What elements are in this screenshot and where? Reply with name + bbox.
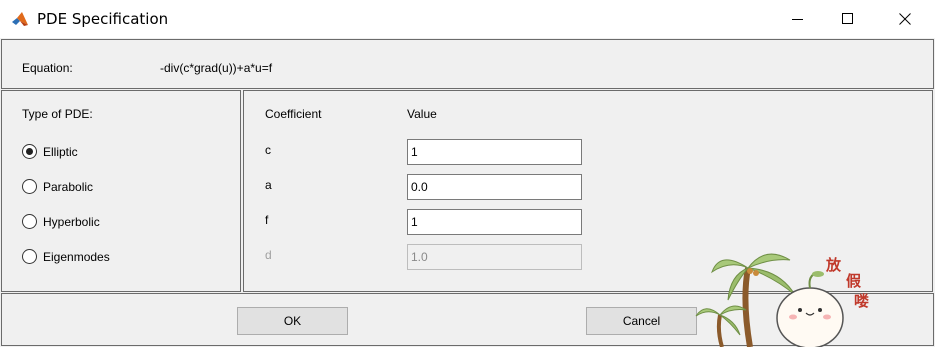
minimize-button[interactable] [775,0,821,38]
coefficient-name-f: f [265,213,269,227]
coefficient-header: Coefficient [265,107,322,121]
cancel-button[interactable]: Cancel [586,307,697,335]
coefficient-name-c: c [265,143,271,157]
radio-button-checked[interactable] [22,144,37,159]
radio-label: Elliptic [43,145,78,159]
dialog-body: Equation: -div(c*grad(u))+a*u=f Type of … [0,38,935,347]
coefficient-f-input[interactable] [407,209,582,235]
radio-label: Parabolic [43,180,94,194]
coefficient-a-input[interactable] [407,174,582,200]
radio-button[interactable] [22,214,37,229]
radio-label: Hyperbolic [43,215,100,229]
pde-type-panel: Type of PDE: Elliptic Parabolic Hyperbol… [1,90,241,292]
equation-label: Equation: [22,61,73,75]
coefficient-c-input[interactable] [407,139,582,165]
pde-type-heading: Type of PDE: [22,107,93,121]
coefficient-name-a: a [265,178,272,192]
coefficient-name-d: d [265,248,272,262]
value-header: Value [407,107,437,121]
ok-button[interactable]: OK [237,307,348,335]
title-bar: PDE Specification [0,0,935,38]
maximize-button[interactable] [825,0,871,38]
matlab-logo-icon [11,10,29,28]
radio-button[interactable] [22,249,37,264]
coefficient-panel: Coefficient Value c a f d [243,90,933,292]
close-button[interactable] [882,0,928,38]
button-panel: OK Cancel [1,293,934,346]
close-icon [899,13,911,25]
equation-value: -div(c*grad(u))+a*u=f [160,61,273,75]
window-title: PDE Specification [37,10,169,28]
radio-label: Eigenmodes [43,250,110,264]
radio-button[interactable] [22,179,37,194]
maximize-icon [842,13,853,24]
equation-panel: Equation: -div(c*grad(u))+a*u=f [1,39,934,89]
minimize-icon [792,19,803,20]
coefficient-d-input [407,244,582,270]
